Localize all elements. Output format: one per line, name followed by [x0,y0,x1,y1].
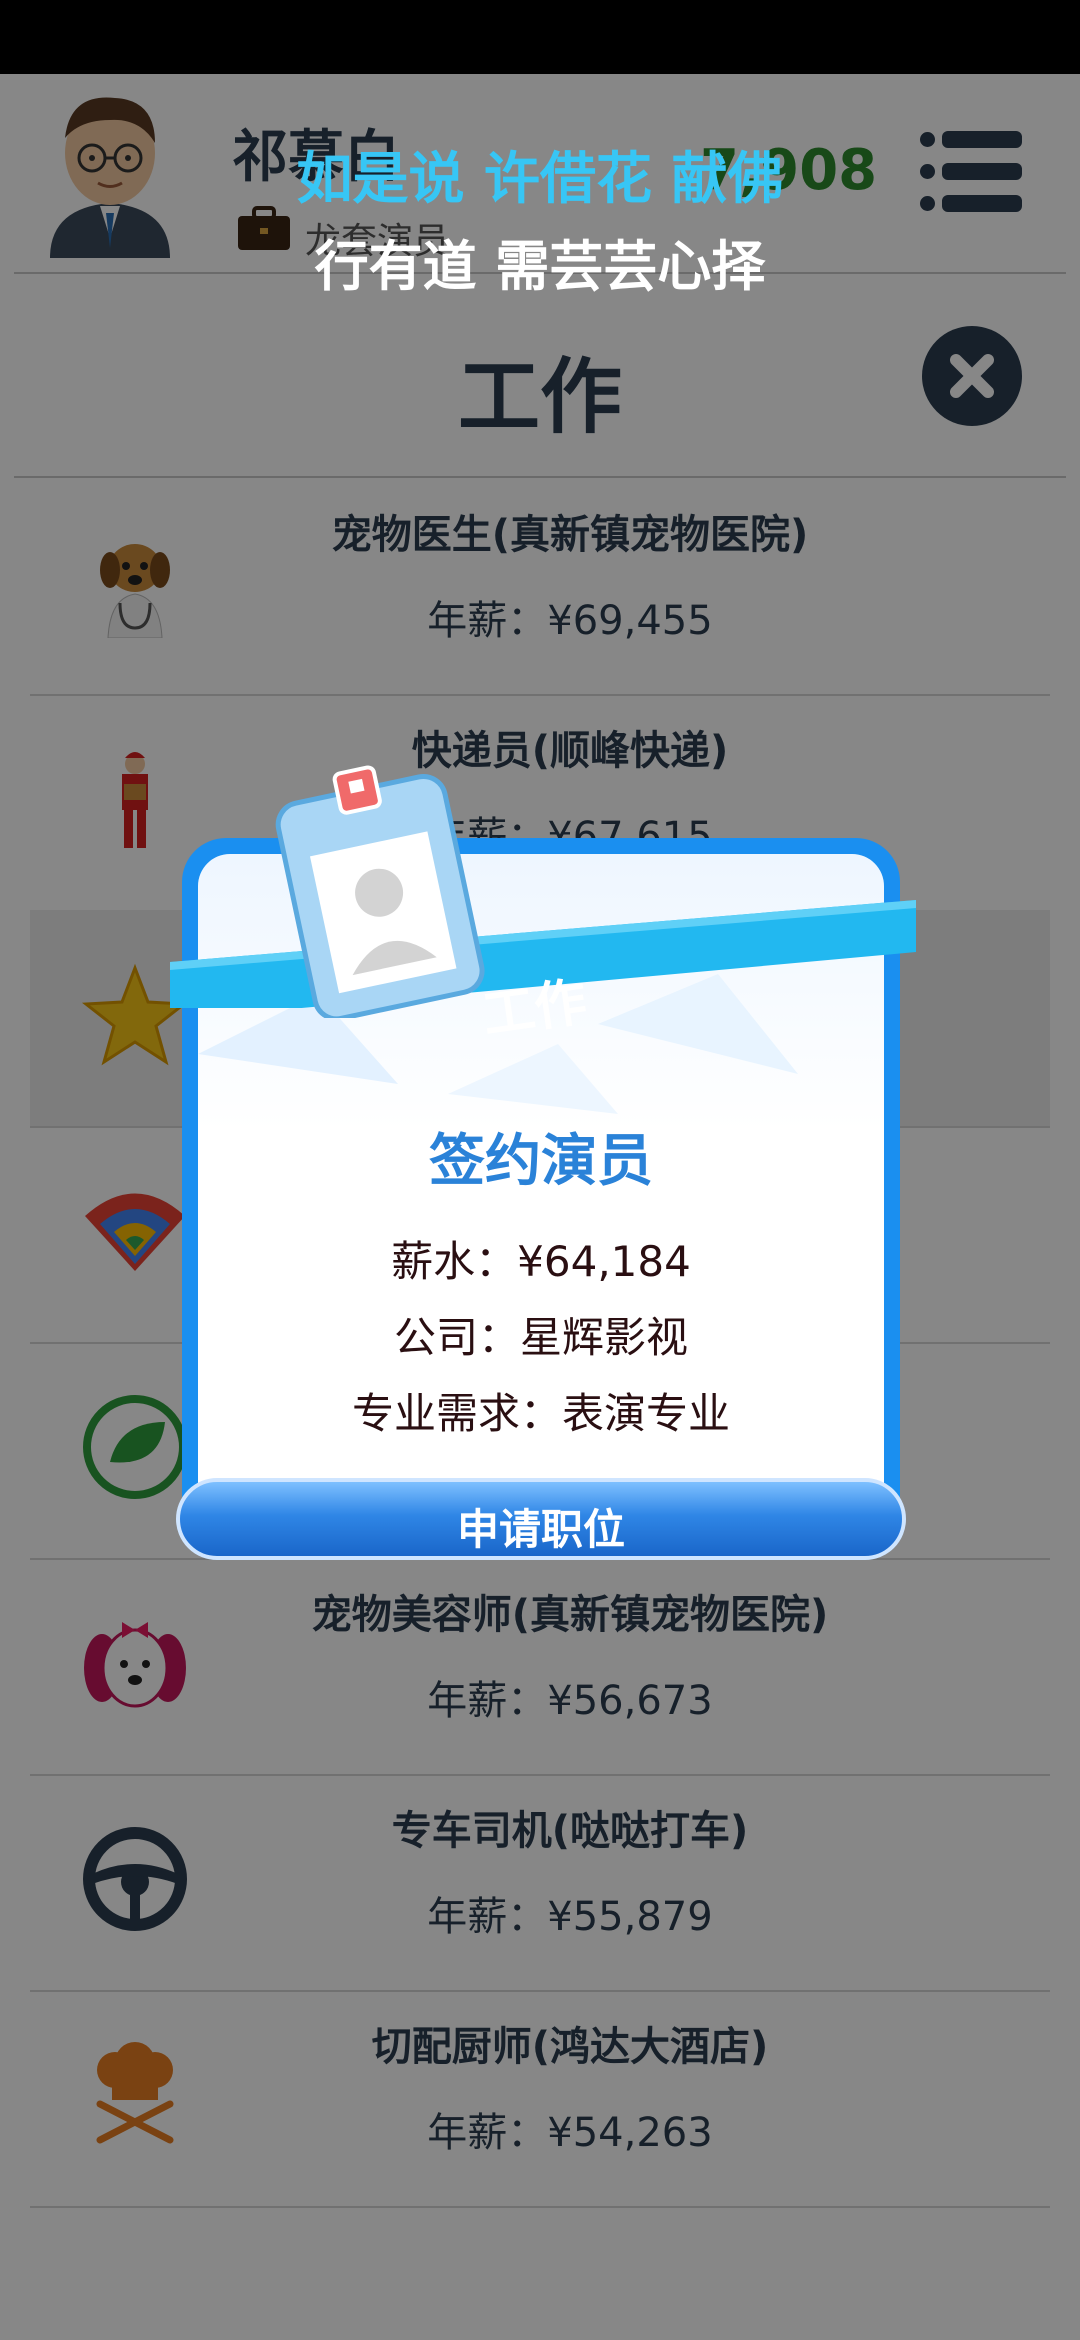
dialog-requirement: 专业需求：表演专业 [351,1389,730,1438]
lyric-line-1: 如是说 许借花 献佛 [296,147,784,212]
status-bar [0,0,1080,74]
dialog-salary: 薪水：¥64,184 [391,1237,691,1286]
lyric-line-2: 行有道 需芸芸心择 [314,235,766,298]
job-offer-dialog: 工作 签约演员 薪水：¥64,184 公司：星辉影视 专业需求：表演专业 申请职… [170,765,916,1560]
apply-job-button[interactable]: 申请职位 [176,1478,906,1560]
id-badge-icon [275,765,485,1018]
dialog-header: 工作 [479,972,591,1046]
dialog-job-name: 签约演员 [429,1129,653,1194]
dialog-company: 公司：星辉影视 [393,1313,688,1362]
apply-job-label: 申请职位 [456,1505,625,1554]
